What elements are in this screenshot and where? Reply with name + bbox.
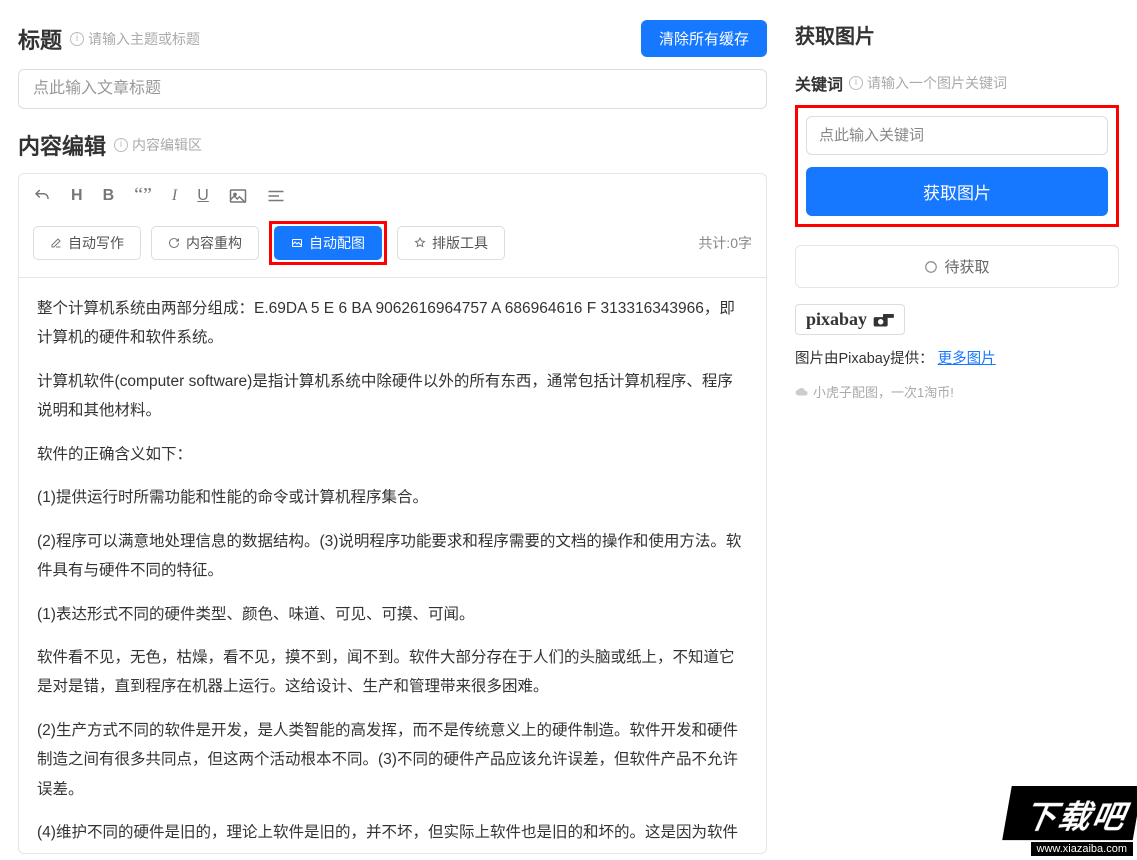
heading-icon[interactable]: H (71, 187, 83, 205)
keyword-label-row: 关键词 i 请输入一个图片关键词 (795, 71, 1119, 95)
circle-icon (924, 260, 938, 274)
cloud-icon (795, 385, 809, 399)
auto-image-button[interactable]: 自动配图 (274, 226, 382, 260)
provided-by-row: 图片由Pixabay提供： 更多图片 (795, 347, 1119, 368)
title-heading: 标题 (18, 23, 62, 55)
editor-heading: 内容编辑 (18, 129, 106, 161)
watermark-logo: 下载吧 (1002, 786, 1137, 840)
auto-write-button[interactable]: 自动写作 (33, 226, 141, 260)
align-icon[interactable] (267, 189, 285, 203)
paragraph: (2)生产方式不同的软件是开发，是人类智能的高发挥，而不是传统意义上的硬件制造。… (37, 716, 748, 804)
info-icon: i (114, 138, 128, 152)
paragraph: 软件的正确含义如下： (37, 440, 748, 469)
highlight-keyword-box: 获取图片 (795, 105, 1119, 227)
title-hint: i 请输入主题或标题 (70, 29, 200, 49)
paragraph: (1)提供运行时所需功能和性能的命令或计算机程序集合。 (37, 483, 748, 512)
get-image-button[interactable]: 获取图片 (806, 167, 1108, 216)
info-icon: i (849, 76, 863, 90)
content-rebuild-button[interactable]: 内容重构 (151, 226, 259, 260)
title-header: 标题 i 请输入主题或标题 清除所有缓存 (18, 20, 767, 57)
editor-toolbar: H B “” I U 自动写作 内容重构 (18, 173, 767, 278)
editor-content[interactable]: 整个计算机系统由两部分组成：E.69DA 5 E 6 BA 9062616964… (18, 278, 767, 854)
italic-icon[interactable]: I (172, 187, 177, 205)
keyword-label: 关键词 (795, 71, 843, 95)
layout-tool-button[interactable]: 排版工具 (397, 226, 505, 260)
camera-icon (872, 309, 894, 329)
quote-icon[interactable]: “” (134, 184, 152, 207)
paragraph: (4)维护不同的硬件是旧的，理论上软件是旧的，并不坏，但实际上软件也是旧的和坏的… (37, 818, 748, 854)
highlight-auto-image: 自动配图 (269, 221, 387, 265)
clear-cache-button[interactable]: 清除所有缓存 (641, 20, 767, 57)
pixabay-badge: pixabay (795, 304, 905, 335)
paragraph: 整个计算机系统由两部分组成：E.69DA 5 E 6 BA 9062616964… (37, 294, 748, 353)
tip-row: 小虎子配图，一次1淘币! (795, 382, 1119, 401)
watermark-url: www.xiazaiba.com (1031, 842, 1133, 856)
keyword-hint: i 请输入一个图片关键词 (849, 73, 1007, 93)
keyword-input[interactable] (806, 116, 1108, 155)
paragraph: (1)表达形式不同的硬件类型、颜色、味道、可见、可摸、可闻。 (37, 600, 748, 629)
paragraph: 软件看不见，无色，枯燥，看不见，摸不到，闻不到。软件大部分存在于人们的头脑或纸上… (37, 643, 748, 702)
undo-icon[interactable] (33, 187, 51, 205)
more-images-link[interactable]: 更多图片 (938, 351, 996, 367)
bold-icon[interactable]: B (103, 187, 115, 205)
editor-header: 内容编辑 i 内容编辑区 (18, 129, 767, 161)
paragraph: 计算机软件(computer software)是指计算机系统中除硬件以外的所有… (37, 367, 748, 426)
info-icon: i (70, 32, 84, 46)
pending-status: 待获取 (795, 245, 1119, 288)
paragraph: (2)程序可以满意地处理信息的数据结构。(3)说明程序功能要求和程序需要的文档的… (37, 527, 748, 586)
underline-icon[interactable]: U (197, 187, 209, 205)
article-title-input[interactable] (18, 69, 767, 109)
sidebar-heading: 获取图片 (795, 20, 1119, 49)
image-icon[interactable] (229, 188, 247, 204)
word-counter: 共计:0字 (698, 233, 752, 253)
editor-hint: i 内容编辑区 (114, 135, 202, 155)
